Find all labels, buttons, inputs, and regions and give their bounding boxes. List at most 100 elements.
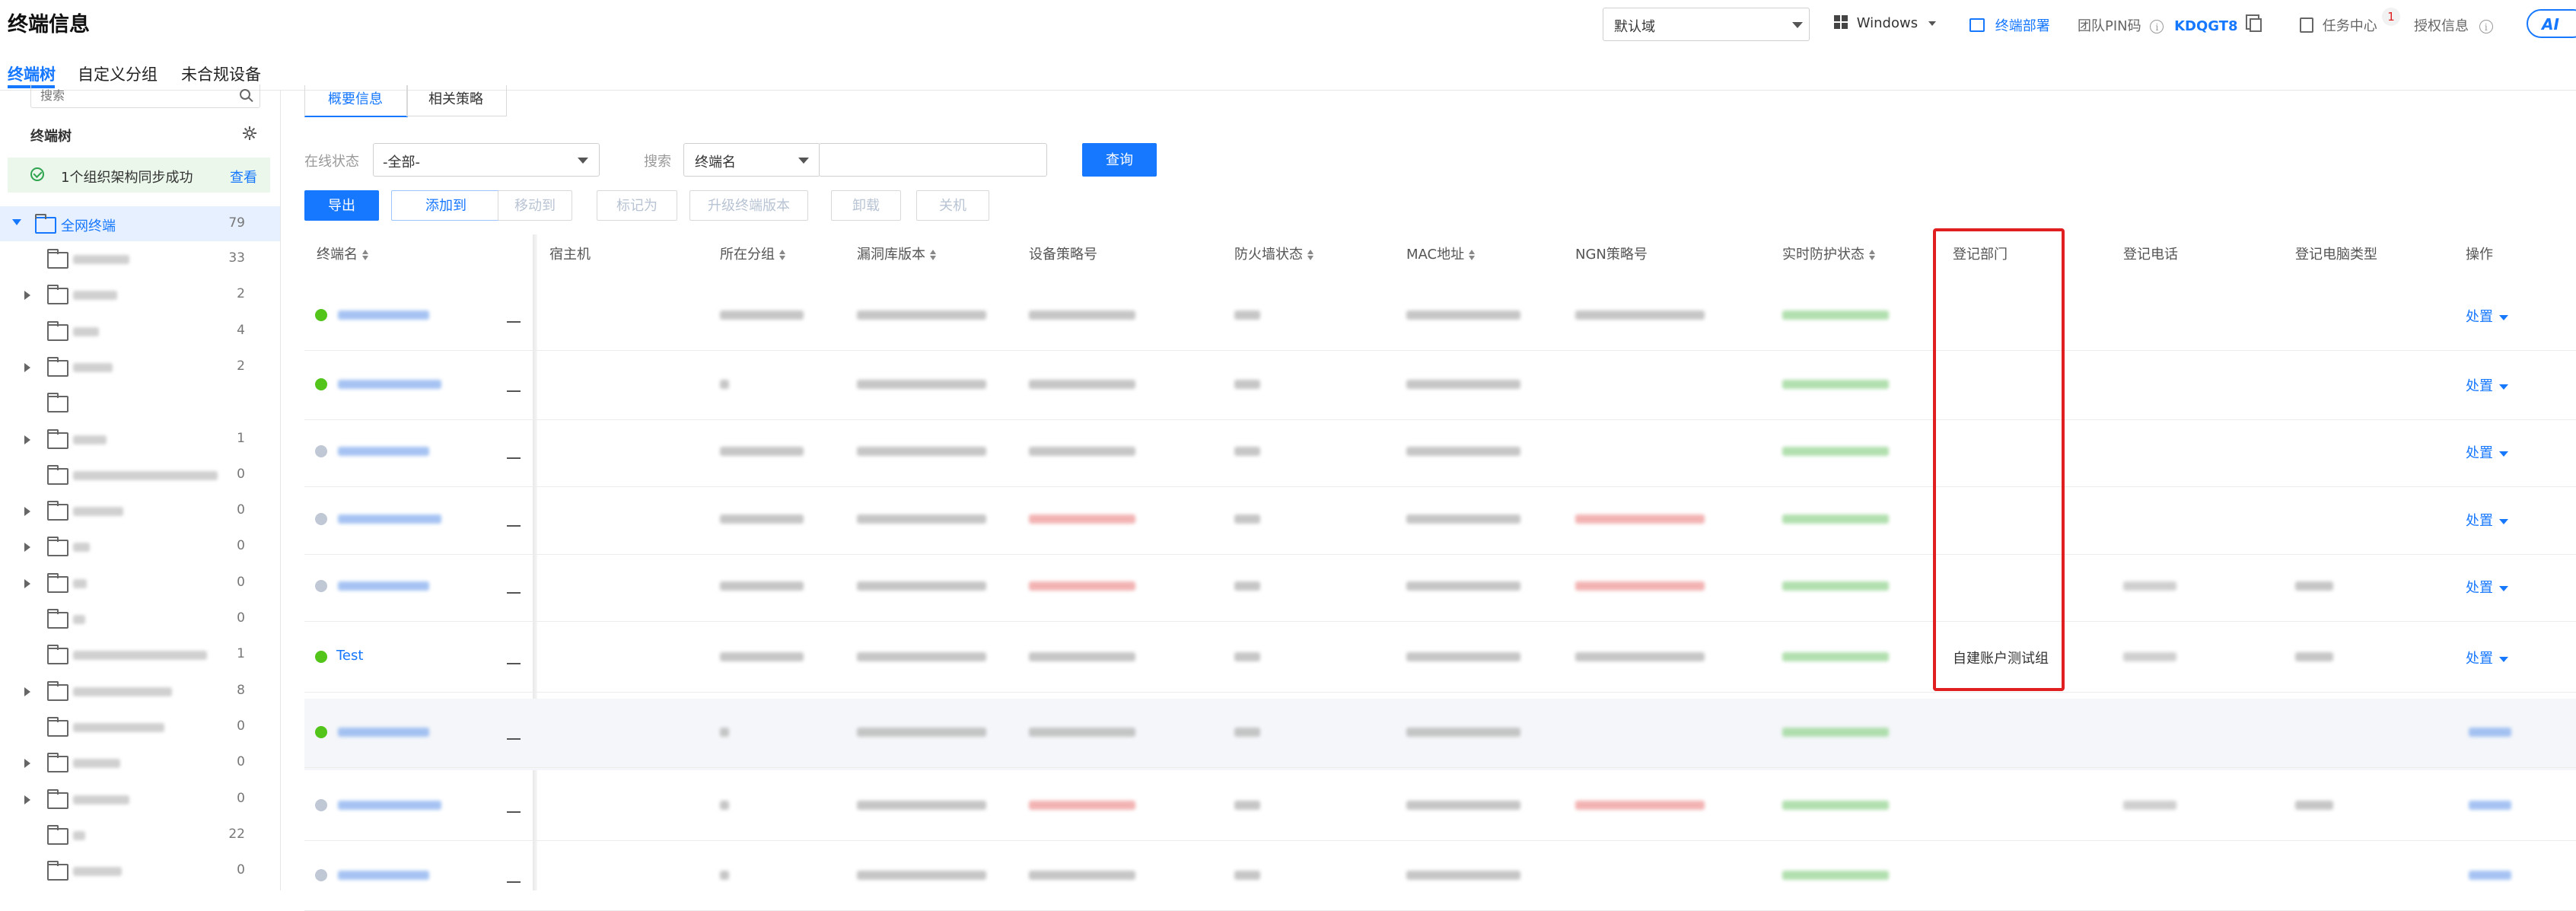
terminal-name-link[interactable]: Test (336, 648, 363, 664)
search-field-select[interactable]: 终端名 (683, 143, 820, 177)
tree-item[interactable]: 4 (0, 314, 280, 349)
license-info[interactable]: 授权信息 i (2414, 15, 2493, 35)
tab-custom-group[interactable]: 自定义分组 (78, 62, 158, 85)
tree-item[interactable]: 0 (0, 853, 280, 888)
th-vuln-version[interactable]: 漏洞库版本 (857, 244, 937, 263)
action-dropdown[interactable]: 处置 (2466, 306, 2508, 326)
expand-arrow-icon[interactable] (24, 362, 30, 372)
tab-noncompliant[interactable]: 未合规设备 (181, 62, 261, 85)
tree-item[interactable]: 0 (0, 745, 280, 780)
action-dropdown[interactable]: 处置 (2466, 510, 2508, 530)
redacted-terminal-name[interactable] (338, 514, 441, 524)
pin-label: 团队PIN码 (2078, 18, 2141, 34)
tree-item[interactable]: 0 (0, 601, 280, 636)
redacted-terminal-name[interactable] (338, 871, 429, 880)
sort-icon[interactable] (1469, 249, 1476, 261)
redacted-terminal-name[interactable] (338, 311, 429, 320)
edit-icon[interactable] (507, 798, 521, 813)
status-dot (315, 799, 327, 811)
add-to-button[interactable]: 添加到 (391, 190, 501, 221)
online-status-select[interactable]: -全部- (373, 143, 600, 177)
expand-arrow-icon[interactable] (24, 795, 30, 804)
th-terminal-name[interactable]: 终端名 (317, 244, 369, 263)
th-mac[interactable]: MAC地址 (1406, 244, 1476, 263)
sort-icon[interactable] (779, 249, 786, 261)
redacted-terminal-name[interactable] (338, 801, 441, 810)
tree-item[interactable]: 33 (0, 241, 280, 276)
copy-icon[interactable] (2250, 18, 2262, 32)
redacted-action[interactable] (2469, 871, 2511, 880)
expand-arrow-icon[interactable] (24, 578, 30, 588)
action-dropdown[interactable]: 处置 (2466, 648, 2508, 667)
tree-item[interactable]: 1 (0, 637, 280, 672)
edit-icon[interactable] (507, 578, 521, 594)
redacted-terminal-name[interactable] (338, 728, 429, 737)
redacted-action[interactable] (2469, 728, 2511, 737)
info-icon[interactable]: i (2150, 20, 2164, 33)
tree-item[interactable]: 0 (0, 565, 280, 600)
expand-arrow-icon[interactable] (24, 507, 30, 517)
tree-item[interactable]: 0 (0, 709, 280, 744)
upgrade-button[interactable]: 升级终端版本 (689, 190, 808, 221)
expand-arrow-icon[interactable] (24, 759, 30, 769)
tree-item[interactable]: 2 (0, 349, 280, 384)
tree-item[interactable]: 0 (0, 529, 280, 564)
expand-arrow-icon[interactable] (24, 686, 30, 696)
collapse-arrow-icon[interactable] (12, 219, 21, 225)
expand-arrow-icon[interactable] (24, 291, 30, 301)
sidebar-search[interactable] (30, 84, 260, 108)
search-input[interactable] (39, 84, 224, 106)
edit-icon[interactable] (507, 444, 521, 459)
tree-item[interactable]: 0 (0, 457, 280, 492)
move-to-button[interactable]: 移动到 (498, 190, 572, 221)
edit-icon[interactable] (507, 725, 521, 740)
edit-icon[interactable] (507, 307, 521, 323)
tree-item[interactable]: 2 (0, 277, 280, 312)
redacted-cell (1406, 447, 1520, 456)
edit-icon[interactable] (507, 868, 521, 883)
tree-item[interactable]: 1 (0, 422, 280, 457)
action-dropdown[interactable]: 处置 (2466, 442, 2508, 462)
th-firewall[interactable]: 防火墙状态 (1234, 244, 1314, 263)
tab-overview[interactable]: 概要信息 (304, 85, 408, 117)
tree-item[interactable]: 22 (0, 817, 280, 852)
th-group[interactable]: 所在分组 (720, 244, 786, 263)
deploy-link[interactable]: 终端部署 (1969, 15, 2050, 35)
tree-item[interactable]: 0 (0, 782, 280, 817)
tree-item[interactable] (0, 385, 280, 420)
expand-arrow-icon[interactable] (24, 435, 30, 444)
tree-item[interactable]: 0 (0, 493, 280, 528)
redacted-terminal-name[interactable] (338, 581, 429, 591)
redacted-terminal-name[interactable] (338, 447, 429, 456)
th-realtime-protection[interactable]: 实时防护状态 (1782, 244, 1876, 263)
redacted-action[interactable] (2469, 801, 2511, 810)
action-dropdown[interactable]: 处置 (2466, 577, 2508, 597)
ai-assistant-button[interactable]: AI (2527, 9, 2576, 38)
expand-arrow-icon[interactable] (24, 543, 30, 553)
gear-icon[interactable] (242, 126, 257, 141)
shutdown-button[interactable]: 关机 (916, 190, 989, 221)
tree-item[interactable]: 8 (0, 674, 280, 709)
redacted-terminal-name[interactable] (338, 380, 441, 389)
sort-icon[interactable] (1869, 249, 1876, 261)
export-button[interactable]: 导出 (304, 190, 379, 221)
edit-icon[interactable] (507, 511, 521, 527)
query-button[interactable]: 查询 (1082, 143, 1157, 177)
tree-item-count: 1 (237, 430, 245, 446)
tab-terminal-tree[interactable]: 终端树 (8, 62, 56, 85)
uninstall-button[interactable]: 卸载 (831, 190, 901, 221)
edit-icon[interactable] (507, 649, 521, 664)
tab-policy[interactable]: 相关策略 (406, 85, 507, 116)
domain-select[interactable]: 默认域 (1603, 8, 1810, 41)
sort-icon[interactable] (930, 249, 937, 261)
os-select[interactable]: Windows (1834, 15, 1936, 31)
action-dropdown[interactable]: 处置 (2466, 375, 2508, 395)
sort-icon[interactable] (1307, 249, 1314, 261)
tree-root[interactable]: 全网终端 79 (0, 206, 280, 241)
sync-view-link[interactable]: 查看 (230, 167, 257, 186)
edit-icon[interactable] (507, 377, 521, 392)
mark-as-button[interactable]: 标记为 (597, 190, 677, 221)
sort-icon[interactable] (362, 249, 369, 261)
keyword-input[interactable] (819, 143, 1047, 177)
task-center[interactable]: 任务中心 (2300, 15, 2377, 35)
